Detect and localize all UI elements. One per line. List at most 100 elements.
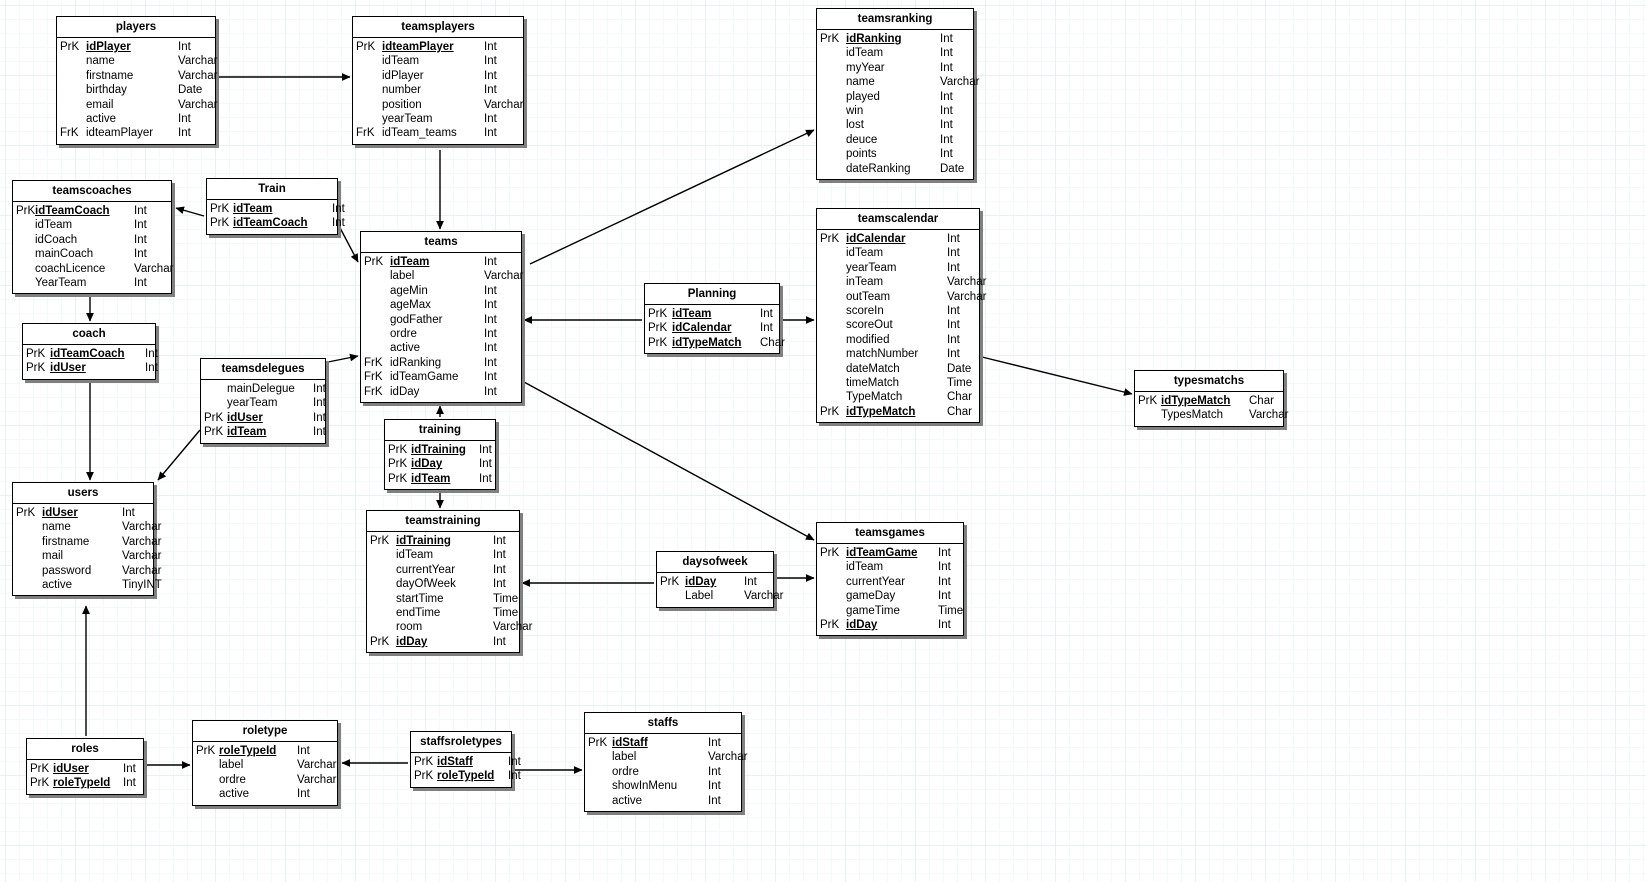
attribute-name: password bbox=[42, 564, 92, 577]
attribute-row: PrK idteamPlayer Int bbox=[353, 40, 523, 54]
attribute-datatype: Int bbox=[940, 61, 953, 74]
attribute-datatype: Int bbox=[479, 472, 492, 485]
attribute-datatype: Int bbox=[484, 41, 497, 53]
attribute-row: active Int bbox=[193, 787, 337, 801]
attribute-key-marker: PrK bbox=[820, 405, 840, 418]
er-diagram-canvas: players PrK idPlayer Int name Varchar firstnam… bbox=[0, 0, 1646, 882]
attribute-datatype: Int bbox=[484, 127, 497, 140]
attribute-datatype: Time bbox=[938, 604, 964, 617]
attribute-row: ordre Varchar bbox=[193, 773, 337, 787]
attribute-name: idCoach bbox=[35, 233, 78, 246]
attribute-name: name bbox=[42, 521, 71, 534]
attribute-name: roleTypeId bbox=[53, 777, 111, 790]
attribute-row: modified Int bbox=[817, 333, 979, 347]
attribute-datatype: Int bbox=[940, 47, 953, 60]
attribute-name: idTeam bbox=[411, 472, 451, 485]
attribute-name: idTeam bbox=[233, 203, 273, 215]
attribute-name: played bbox=[846, 90, 880, 103]
attribute-datatype: Int bbox=[493, 535, 506, 547]
entity-table-planning[interactable]: Planning PrK idTeam Int PrK idCalendar Int PrK i… bbox=[644, 283, 785, 355]
attribute-name: idteamPlayer bbox=[86, 127, 154, 140]
attribute-name: active bbox=[42, 579, 73, 592]
attribute-name: idStaff bbox=[612, 737, 648, 749]
attribute-key-marker: PrK bbox=[388, 458, 408, 471]
attribute-datatype: Int bbox=[484, 342, 497, 355]
attribute-row: yearTeam Int bbox=[353, 112, 523, 126]
attribute-name: idUser bbox=[50, 362, 86, 375]
attribute-row: dateRanking Date bbox=[817, 162, 973, 176]
attribute-row: endTime Time bbox=[367, 606, 519, 620]
entity-table-coach[interactable]: coach PrK idTeamCoach Int PrK idUser Int bbox=[22, 323, 158, 380]
attribute-row: PrK idDay Int bbox=[817, 618, 963, 632]
attribute-datatype: Int bbox=[134, 248, 147, 261]
entity-table-typesmatchs[interactable]: typesmatchs PrK idTypeMatch Char TypesMatch V… bbox=[1134, 370, 1288, 427]
attribute-name: idUser bbox=[227, 411, 263, 424]
attribute-row: TypeMatch Char bbox=[817, 390, 979, 404]
entity-table-users[interactable]: users PrK idUser Int name Varchar firstname Var… bbox=[12, 482, 162, 597]
attribute-datatype: Int bbox=[484, 356, 497, 369]
entity-table-teamsranking[interactable]: teamsranking PrK idRanking Int idTeam Int myYe… bbox=[816, 8, 979, 181]
attribute-row: ordre Int bbox=[361, 327, 521, 341]
attribute-row: PrK idTeamCoach Int bbox=[13, 204, 171, 218]
entity-table-teamscoaches[interactable]: teamscoaches PrK idTeamCoach Int idTeam Int id… bbox=[12, 180, 173, 295]
attribute-datatype: Varchar bbox=[297, 773, 337, 786]
attribute-name: modified bbox=[846, 333, 890, 346]
attribute-datatype: Int bbox=[938, 619, 951, 632]
attribute-row: PrK idTypeMatch Char bbox=[817, 405, 979, 419]
entity-table-teamsdelegues[interactable]: teamsdelegues mainDelegue Int yearTeam Int Pr… bbox=[200, 358, 326, 444]
attribute-row: FrK idTeamGame Int bbox=[361, 370, 521, 384]
attribute-datatype: Date bbox=[940, 162, 965, 175]
attribute-datatype: Varchar bbox=[122, 550, 162, 563]
attribute-datatype: Char bbox=[947, 391, 972, 404]
entity-table-train[interactable]: Train PrK idTeam Int PrK idTeamCoach Int bbox=[206, 178, 345, 235]
attribute-name: lost bbox=[846, 119, 864, 132]
entity-table-training[interactable]: training PrK idTraining Int PrK idDay Int PrK id… bbox=[384, 419, 496, 491]
entity-table-staffs[interactable]: staffs PrK idStaff Int label Varchar ordre Int s… bbox=[584, 712, 747, 813]
entity-table-teams[interactable]: teams PrK idTeam Int label Varchar ageMin Int ag… bbox=[360, 231, 523, 404]
attribute-name: idUser bbox=[42, 507, 78, 519]
attribute-row: PrK idStaff Int bbox=[585, 736, 741, 750]
attribute-name: idTypeMatch bbox=[1161, 395, 1231, 407]
attribute-name: email bbox=[86, 98, 114, 111]
attribute-row: label Varchar bbox=[585, 750, 747, 764]
attribute-name: idDay bbox=[846, 619, 878, 632]
entity-table-roles[interactable]: roles PrK idUser Int PrK roleTypeId Int bbox=[26, 738, 144, 795]
entity-attribute-list: PrK roleTypeId Int label Varchar ordre Varchar… bbox=[193, 742, 337, 805]
attribute-row: active Int bbox=[361, 341, 521, 355]
attribute-row: outTeam Varchar bbox=[817, 290, 986, 304]
attribute-datatype: Time bbox=[493, 607, 519, 620]
attribute-row: PrK idTypeMatch Char bbox=[1135, 394, 1283, 408]
attribute-row: PrK roleTypeId Int bbox=[411, 769, 521, 783]
attribute-row: PrK idPlayer Int bbox=[57, 40, 215, 54]
attribute-row: deuce Int bbox=[817, 133, 973, 147]
entity-title: roletype bbox=[193, 721, 337, 742]
attribute-datatype: Int bbox=[479, 444, 492, 456]
entity-table-teamscalendar[interactable]: teamscalendar PrK idCalendar Int idTeam Int ye… bbox=[816, 208, 986, 424]
attribute-name: idPlayer bbox=[382, 69, 424, 82]
entity-table-roletype[interactable]: roletype PrK roleTypeId Int label Varchar ordr… bbox=[192, 720, 338, 806]
entity-title: Train bbox=[207, 179, 337, 200]
entity-table-daysofweek[interactable]: daysofweek PrK idDay Int Label Varchar bbox=[656, 551, 783, 608]
attribute-key-marker: PrK bbox=[204, 426, 224, 439]
attribute-name: name bbox=[846, 76, 875, 89]
attribute-name: idDay bbox=[390, 385, 420, 398]
entity-table-teamstraining[interactable]: teamstraining PrK idTraining Int idTeam Int cu… bbox=[366, 510, 532, 654]
attribute-name: idDay bbox=[685, 576, 717, 588]
attribute-name: TypeMatch bbox=[846, 391, 903, 404]
attribute-name: idStaff bbox=[437, 756, 473, 768]
attribute-name: timeMatch bbox=[846, 377, 900, 390]
attribute-datatype: Int bbox=[493, 635, 506, 648]
attribute-name: idTeam bbox=[35, 219, 73, 232]
relationship-teams-to-teamsranking bbox=[529, 129, 815, 265]
attribute-row: scoreOut Int bbox=[817, 318, 979, 332]
attribute-row: password Varchar bbox=[13, 564, 161, 578]
entity-table-teamsplayers[interactable]: teamsplayers PrK idteamPlayer Int idTeam Int i… bbox=[352, 16, 524, 145]
entity-table-players[interactable]: players PrK idPlayer Int name Varchar firstnam… bbox=[56, 16, 217, 145]
attribute-datatype: Int bbox=[938, 561, 951, 574]
attribute-name: godFather bbox=[390, 313, 443, 326]
attribute-key-marker: PrK bbox=[388, 472, 408, 485]
attribute-datatype: Int bbox=[332, 203, 345, 215]
attribute-name: win bbox=[846, 105, 864, 118]
entity-table-staffsroletypes[interactable]: staffsroletypes PrK idStaff Int PrK roleTypeI… bbox=[410, 731, 521, 788]
entity-table-teamsgames[interactable]: teamsgames PrK idTeamGame Int idTeam Int curre… bbox=[816, 522, 964, 637]
